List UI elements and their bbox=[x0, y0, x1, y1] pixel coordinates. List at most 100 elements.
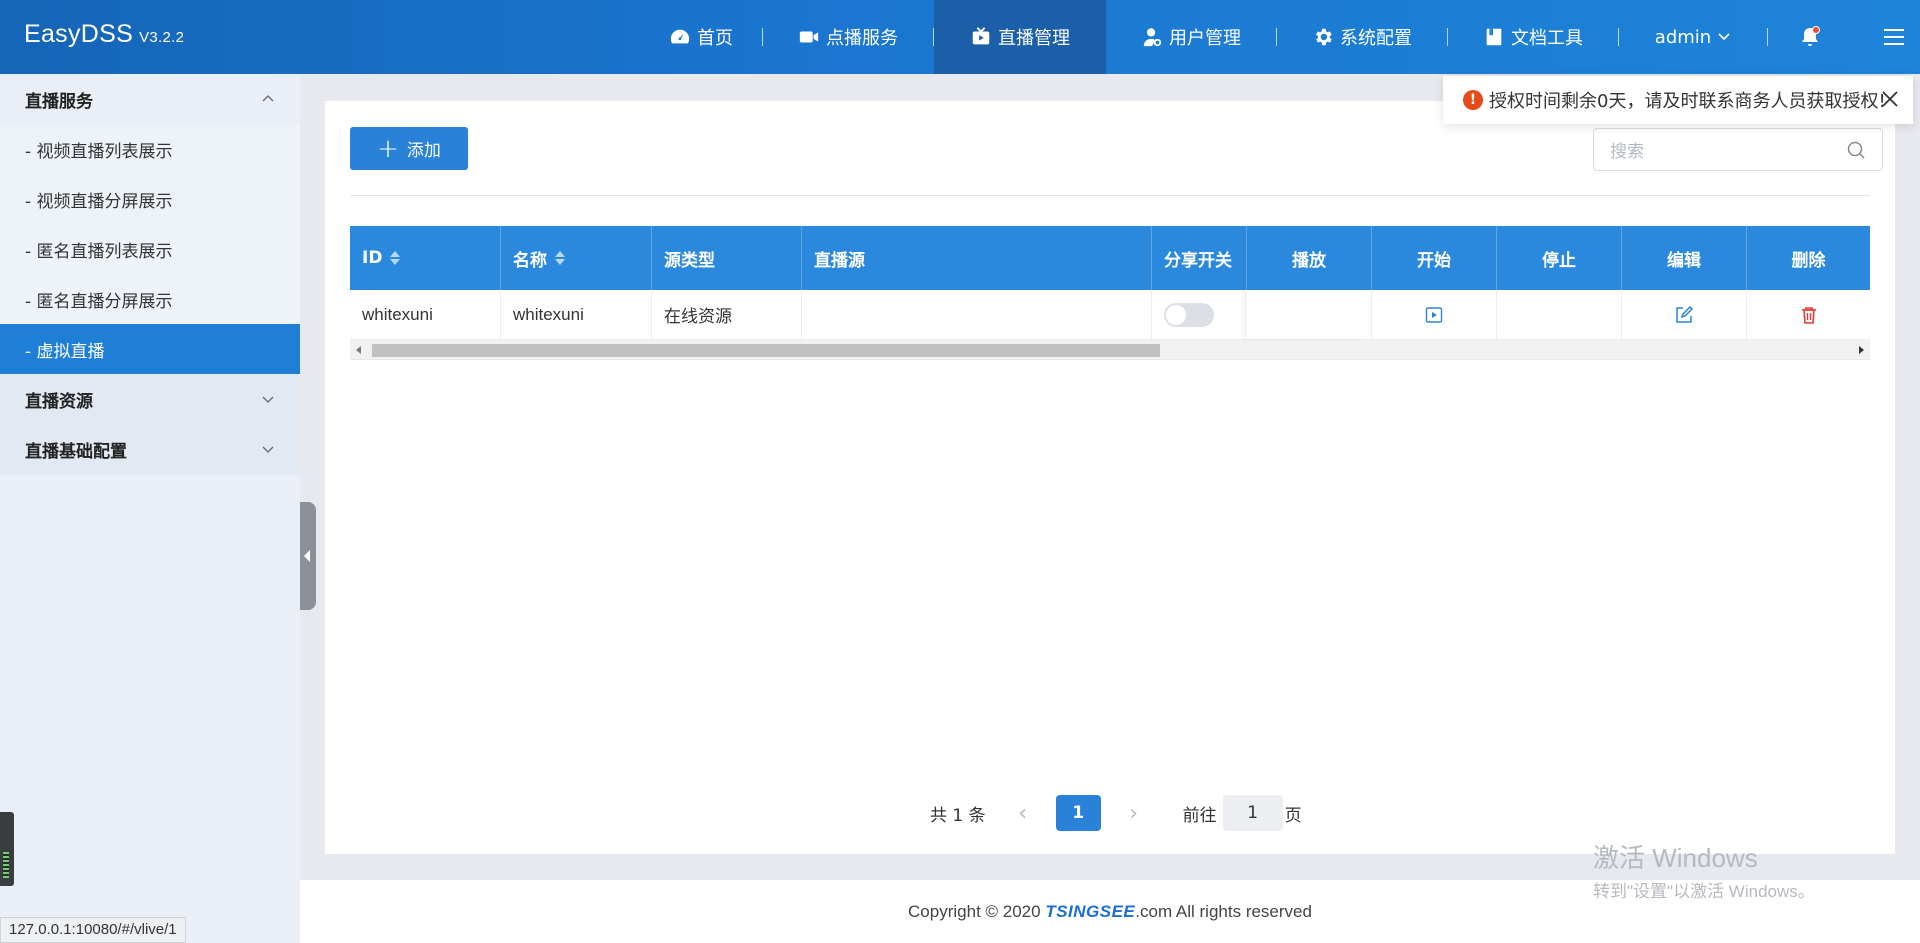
sidebar-item-video-live-split[interactable]: - 视频直播分屏展示 bbox=[0, 174, 300, 224]
sort-icon[interactable] bbox=[555, 251, 565, 265]
nav-system-config[interactable]: 系统配置 bbox=[1277, 0, 1447, 74]
column-label: 编辑 bbox=[1667, 250, 1701, 271]
nav-live-management[interactable]: 直播管理 bbox=[934, 0, 1106, 74]
brand-logo[interactable]: EasyDSS V3.2.2 bbox=[24, 20, 184, 49]
nav-doc-label: 文档工具 bbox=[1511, 28, 1583, 49]
nav-user-management[interactable]: 用户管理 bbox=[1106, 0, 1276, 74]
sidebar-item-label: - 视频直播列表展示 bbox=[25, 141, 173, 162]
watermark-title: 激活 Windows bbox=[1593, 843, 1758, 873]
network-monitor-widget[interactable] bbox=[0, 812, 14, 886]
menu-toggle-button[interactable] bbox=[1852, 0, 1920, 74]
cell-id: whitexuni bbox=[350, 290, 501, 339]
column-label: 名称 bbox=[513, 250, 547, 271]
chevron-up-icon bbox=[262, 95, 274, 102]
table-horizontal-scrollbar[interactable] bbox=[350, 340, 1870, 360]
goto-page-input[interactable]: 1 bbox=[1222, 795, 1283, 831]
gear-icon bbox=[1316, 28, 1332, 46]
windows-activation-watermark: 激活 Windows 转到"设置"以激活 Windows。 bbox=[1593, 838, 1815, 902]
nav-vod-label: 点播服务 bbox=[826, 28, 898, 49]
cell-edit bbox=[1622, 290, 1747, 339]
column-header-edit: 编辑 bbox=[1622, 226, 1747, 290]
nav-system-label: 系统配置 bbox=[1340, 28, 1412, 49]
nav-live-label: 直播管理 bbox=[998, 28, 1070, 49]
sort-icon[interactable] bbox=[390, 251, 401, 265]
column-header-name[interactable]: 名称 bbox=[501, 226, 652, 290]
brand-version: V3.2.2 bbox=[139, 29, 185, 46]
document-icon bbox=[1486, 28, 1502, 46]
search-icon[interactable] bbox=[1846, 140, 1866, 160]
footer-suffix: .com All rights reserved bbox=[1135, 902, 1312, 921]
cell-start bbox=[1372, 290, 1497, 339]
live-tv-icon bbox=[972, 27, 990, 45]
chevron-down-icon bbox=[1718, 33, 1730, 41]
dashboard-icon bbox=[670, 29, 690, 44]
next-page-button[interactable]: › bbox=[1119, 801, 1149, 826]
notifications-button[interactable] bbox=[1768, 0, 1852, 74]
nav-vod-service[interactable]: 点播服务 bbox=[763, 0, 933, 74]
chevron-down-icon bbox=[262, 446, 274, 453]
toolbar-divider bbox=[350, 195, 1870, 196]
goto-label: 前往 bbox=[1182, 805, 1217, 826]
top-navbar: EasyDSS V3.2.2 首页 点播服务 直播管理 用户管理 系统配置 文档工… bbox=[0, 0, 1920, 74]
search-placeholder: 搜索 bbox=[1610, 142, 1644, 162]
footer-copyright: Copyright © 2020 bbox=[908, 902, 1046, 921]
page-number-current[interactable]: 1 bbox=[1055, 795, 1101, 831]
trash-icon[interactable] bbox=[1799, 305, 1819, 325]
pagination-total: 共 1 条 bbox=[930, 805, 986, 826]
column-header-source: 直播源 bbox=[802, 226, 1152, 290]
sidebar-item-label: - 视频直播分屏展示 bbox=[25, 191, 173, 212]
sidebar-item-video-live-list[interactable]: - 视频直播列表展示 bbox=[0, 124, 300, 174]
sidebar-item-anon-live-split[interactable]: - 匿名直播分屏展示 bbox=[0, 274, 300, 324]
nav-doc-tools[interactable]: 文档工具 bbox=[1448, 0, 1618, 74]
cell-delete bbox=[1747, 290, 1870, 339]
nav-home-label: 首页 bbox=[697, 28, 733, 49]
add-button-label: 添加 bbox=[406, 141, 441, 161]
sidebar-item-virtual-live[interactable]: - 虚拟直播 bbox=[0, 324, 300, 374]
sidebar-item-label: - 匿名直播列表展示 bbox=[25, 241, 173, 262]
edit-icon[interactable] bbox=[1674, 305, 1694, 325]
sidebar-item-anon-live-list[interactable]: - 匿名直播列表展示 bbox=[0, 224, 300, 274]
column-header-id[interactable]: ID bbox=[350, 226, 501, 290]
cell-play bbox=[1247, 290, 1372, 339]
prev-page-button[interactable]: ‹ bbox=[1008, 801, 1038, 826]
column-label: 开始 bbox=[1417, 250, 1451, 271]
plus-icon: + bbox=[377, 133, 399, 164]
sidebar-group-label: 直播服务 bbox=[25, 91, 93, 112]
video-camera-icon bbox=[799, 31, 819, 43]
scrollbar-thumb[interactable] bbox=[372, 344, 1160, 357]
sidebar-collapse-handle[interactable] bbox=[300, 502, 316, 610]
footer-brand-logo[interactable]: TSINGSEE bbox=[1045, 902, 1135, 921]
add-button[interactable]: + 添加 bbox=[350, 127, 468, 170]
scroll-left-icon[interactable] bbox=[356, 346, 361, 354]
close-icon[interactable] bbox=[1879, 88, 1901, 110]
notification-text: 授权时间剩余0天，请及时联系商务人员获取授权! bbox=[1489, 91, 1886, 112]
column-label: ID bbox=[362, 248, 383, 268]
bell-icon bbox=[1802, 26, 1820, 46]
hamburger-menu-icon bbox=[1884, 29, 1904, 45]
column-header-play: 播放 bbox=[1247, 226, 1372, 290]
status-bar-url: 127.0.0.1:10080/#/vlive/1 bbox=[0, 917, 186, 943]
sidebar: 直播服务 - 视频直播列表展示 - 视频直播分屏展示 - 匿名直播列表展示 - … bbox=[0, 74, 300, 943]
column-label: 删除 bbox=[1791, 250, 1826, 271]
sidebar-group-live-resources[interactable]: 直播资源 bbox=[0, 374, 300, 424]
play-icon[interactable] bbox=[1425, 306, 1443, 324]
column-label: 源类型 bbox=[664, 250, 715, 271]
sidebar-group-live-service[interactable]: 直播服务 bbox=[0, 74, 300, 124]
watermark-subtitle: 转到"设置"以激活 Windows。 bbox=[1593, 882, 1815, 901]
sidebar-item-label: - 匿名直播分屏展示 bbox=[25, 291, 173, 312]
search-input[interactable]: 搜索 bbox=[1593, 128, 1883, 171]
cell-source-type: 在线资源 bbox=[652, 290, 802, 339]
cell-name: whitexuni bbox=[501, 290, 652, 339]
sidebar-group-live-basic-config[interactable]: 直播基础配置 bbox=[0, 424, 300, 474]
user-menu[interactable]: admin bbox=[1619, 0, 1767, 74]
sidebar-group-label: 直播资源 bbox=[25, 391, 93, 412]
column-label: 停止 bbox=[1542, 250, 1576, 271]
user-icon bbox=[1143, 28, 1162, 47]
share-toggle[interactable] bbox=[1164, 302, 1214, 327]
main-nav: 首页 点播服务 直播管理 用户管理 系统配置 文档工具 admin bbox=[640, 0, 1920, 74]
scroll-right-icon[interactable] bbox=[1859, 346, 1864, 354]
column-label: 分享开关 bbox=[1164, 250, 1232, 271]
nav-home[interactable]: 首页 bbox=[640, 0, 762, 74]
page-suffix: 页 bbox=[1284, 805, 1302, 826]
column-header-delete: 删除 bbox=[1747, 226, 1870, 290]
